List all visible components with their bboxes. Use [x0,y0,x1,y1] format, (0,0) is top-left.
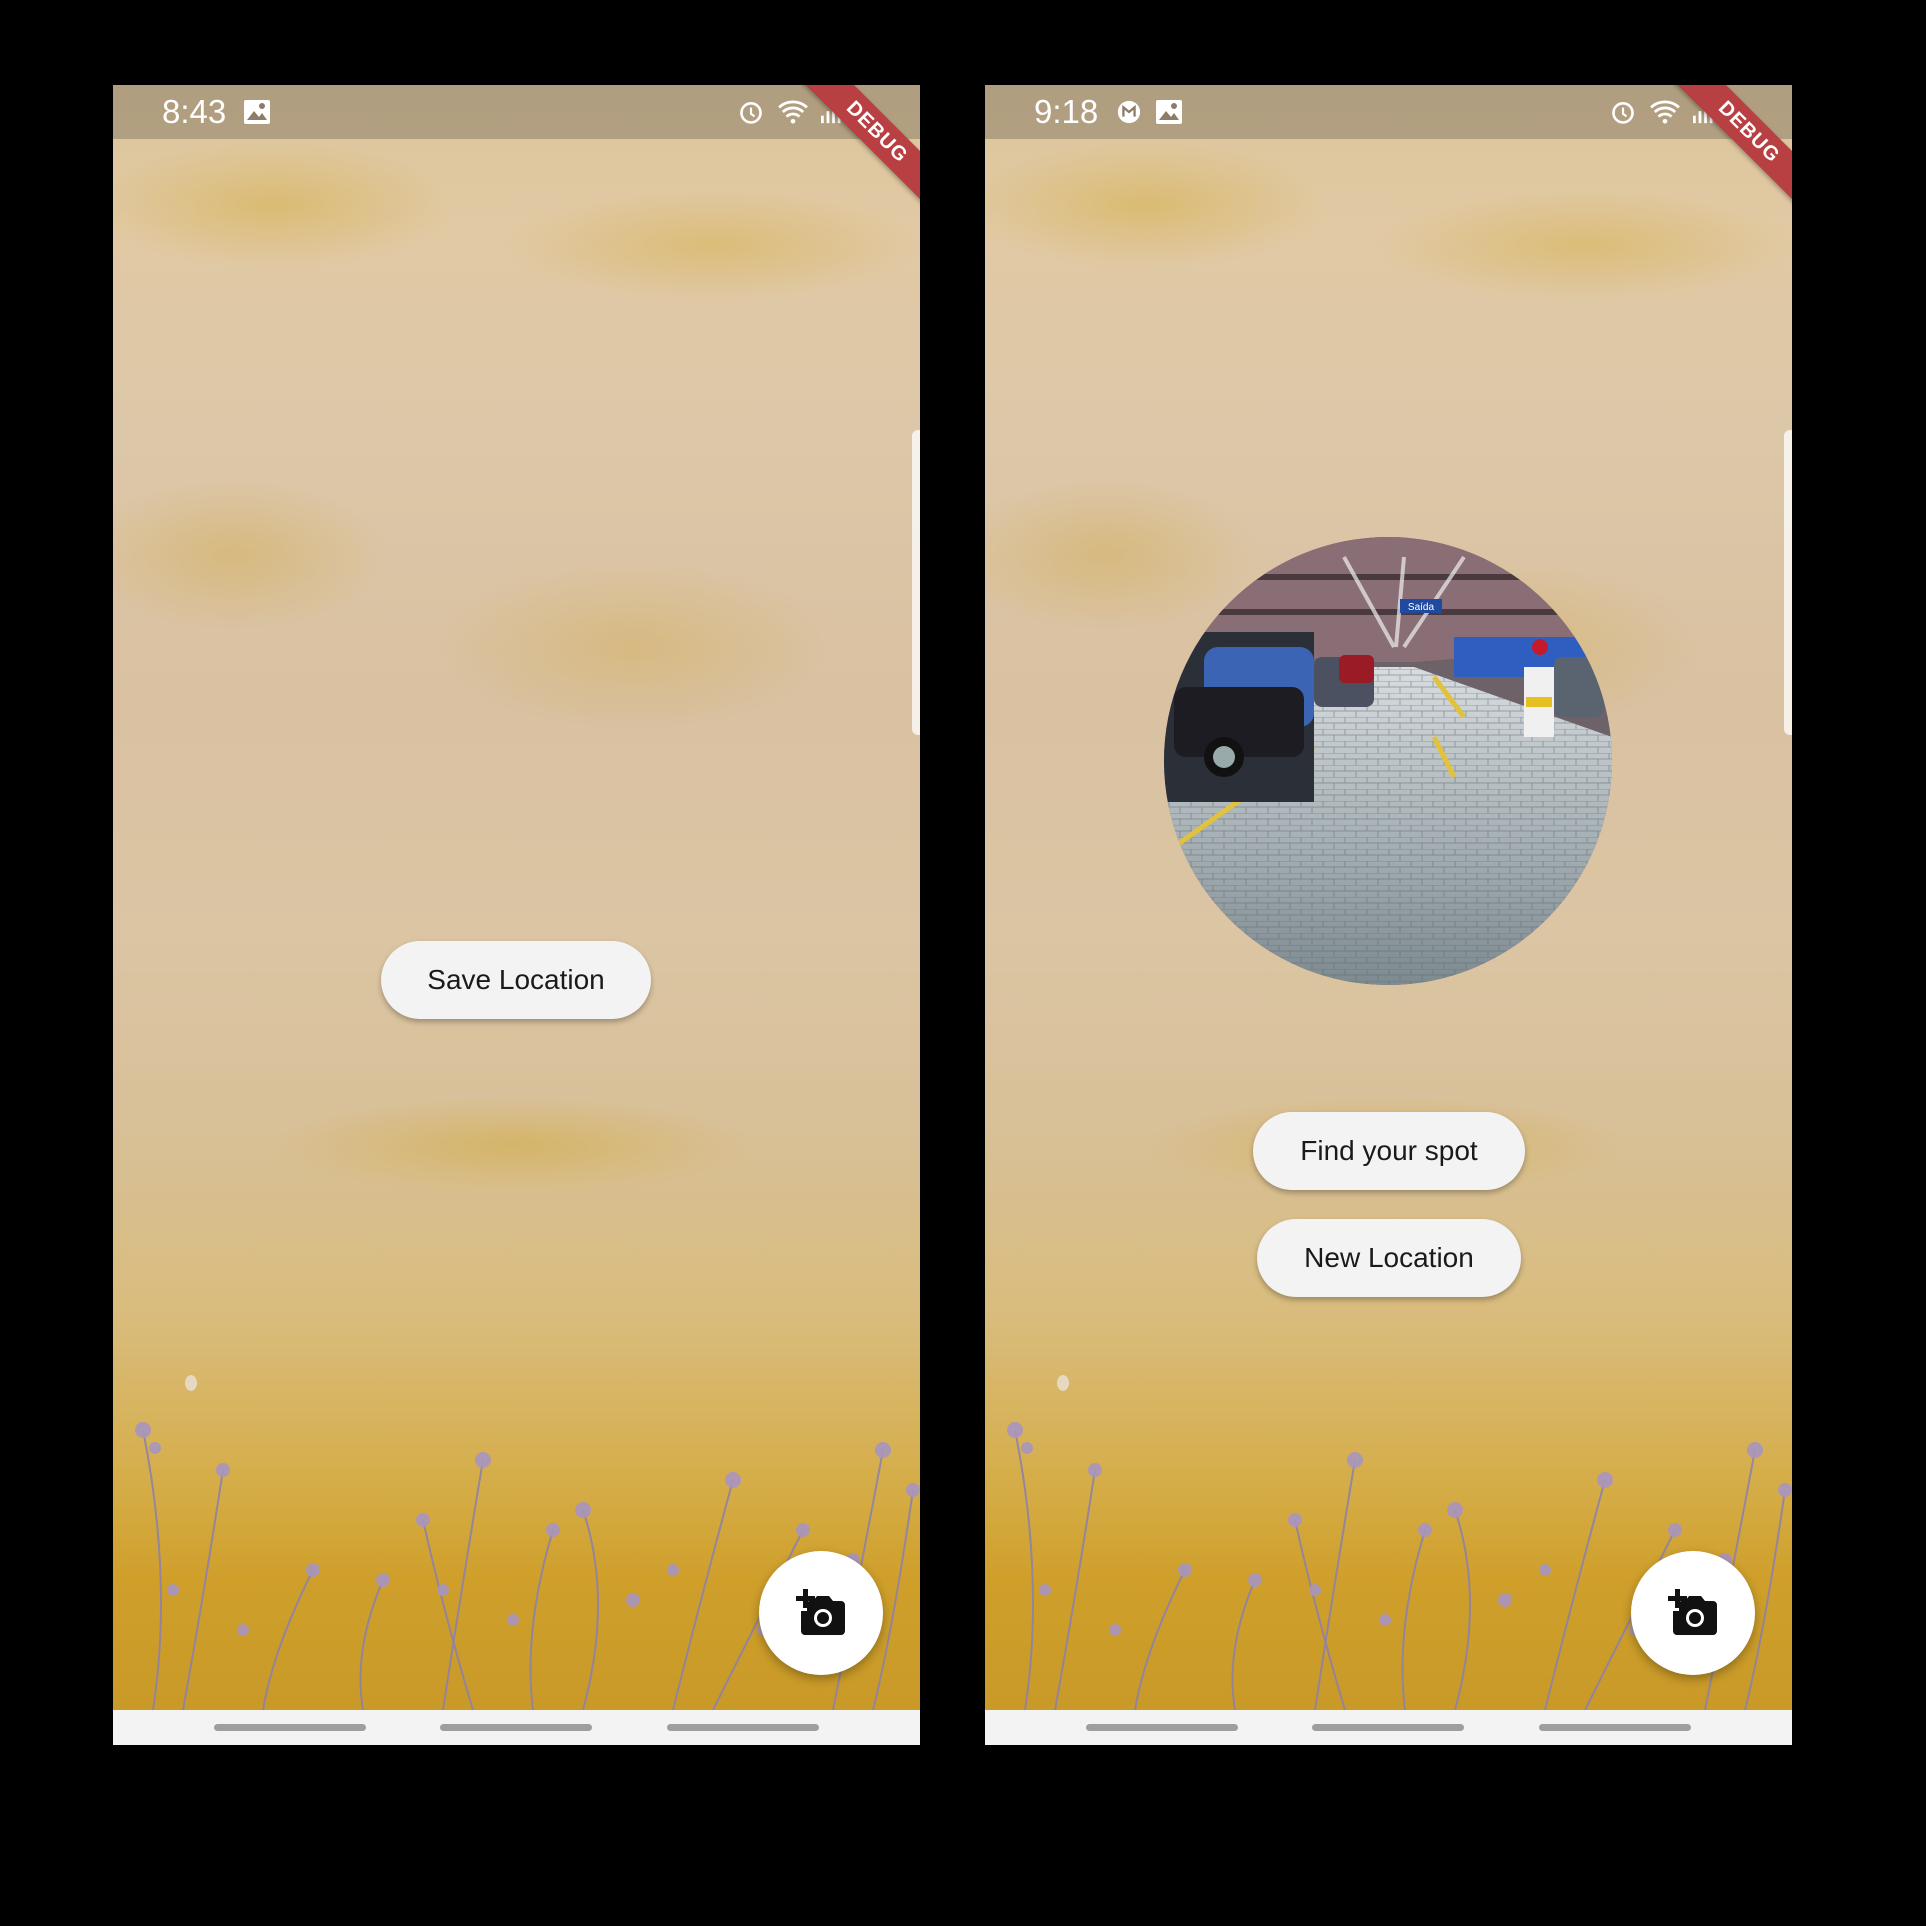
status-bar: 9:18 [985,85,1792,139]
wifi-icon [1650,100,1680,124]
edge-panel-handle[interactable] [1784,430,1792,735]
parking-photo: Saída [1164,537,1612,985]
light-dot [185,1375,197,1391]
new-location-button[interactable]: New Location [1257,1219,1521,1297]
parking-garage-image: Saída [1164,537,1612,985]
nav-back-handle[interactable] [1539,1724,1691,1731]
find-your-spot-button[interactable]: Find your spot [1253,1112,1525,1190]
add-a-photo-icon [1667,1587,1719,1639]
image-icon [244,100,270,124]
edge-panel-handle[interactable] [912,430,920,735]
nav-recent-handle[interactable] [1086,1724,1238,1731]
navigation-bar [985,1710,1792,1745]
add-a-photo-icon [795,1587,847,1639]
alarm-icon [1612,102,1634,124]
nav-recent-handle[interactable] [214,1724,366,1731]
nav-home-handle[interactable] [440,1724,592,1731]
light-dot [1057,1375,1069,1391]
phone-screen-left: 8:43 DEBUG Save Location [113,85,920,1745]
phone-screen-right: 9:18 DEBUG Saída Find your spot New Loca… [985,85,1792,1745]
gmail-icon [1117,100,1141,124]
navigation-bar [113,1710,920,1745]
status-time: 9:18 [1034,93,1099,130]
nav-back-handle[interactable] [667,1724,819,1731]
status-bar: 8:43 [113,85,920,139]
image-icon [1156,100,1182,124]
nav-home-handle[interactable] [1312,1724,1464,1731]
exit-sign-label: Saída [1408,602,1435,613]
status-time: 8:43 [162,93,227,130]
alarm-icon [740,102,762,124]
add-photo-button[interactable] [1631,1551,1755,1675]
save-location-button[interactable]: Save Location [381,941,651,1019]
add-photo-button[interactable] [759,1551,883,1675]
wifi-icon [778,100,808,124]
